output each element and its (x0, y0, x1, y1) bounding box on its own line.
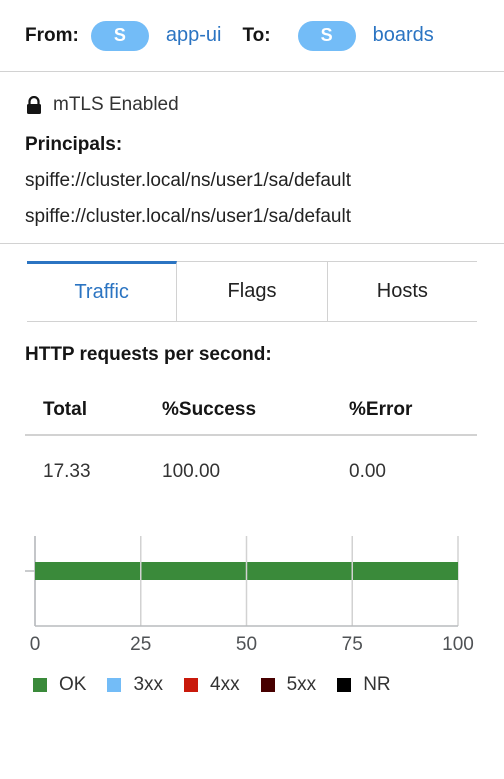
legend-label: NR (363, 674, 391, 695)
to-label: To: (242, 24, 271, 46)
lock-icon (27, 96, 41, 114)
x-tick-label: 100 (442, 634, 474, 655)
legend-item-nr: NR (337, 674, 391, 696)
from-service-badge: S (90, 20, 149, 51)
x-tick-label: 50 (236, 634, 257, 655)
error-value: 0.00 (349, 461, 386, 482)
table-row: 17.33 100.00 0.00 (25, 436, 477, 508)
column-header-success: %Success (162, 399, 257, 420)
legend-swatch (107, 678, 122, 692)
column-header-error: %Error (349, 399, 413, 420)
success-value: 100.00 (162, 461, 221, 482)
legend-swatch (260, 678, 275, 692)
legend-label: 5xx (286, 674, 317, 695)
from-service-link[interactable]: app-ui (166, 24, 222, 47)
http-rates-table: Total %Success %Error 17.33 100.00 0.00 (25, 386, 477, 508)
tab-traffic[interactable]: Traffic (27, 261, 178, 321)
principal-item: spiffe://cluster.local/ns/user1/sa/defau… (25, 206, 351, 227)
legend-item-3xx: 3xx (107, 674, 163, 696)
to-service-link[interactable]: boards (373, 24, 434, 47)
total-value: 17.33 (43, 461, 91, 482)
to-service-badge: S (297, 20, 356, 51)
tab-flags[interactable]: Flags (177, 261, 328, 321)
tab-hosts[interactable]: Hosts (327, 261, 477, 321)
legend-swatch (184, 678, 199, 692)
security-panel: mTLS Enabled Principals: spiffe://cluste… (0, 72, 504, 244)
chart-legend: OK 3xx 4xx 5xx NR (33, 674, 504, 696)
legend-label: OK (59, 674, 87, 695)
principal-item: spiffe://cluster.local/ns/user1/sa/defau… (25, 170, 351, 191)
legend-item-ok: OK (33, 674, 86, 696)
legend-label: 3xx (133, 674, 164, 695)
http-rates-title: HTTP requests per second: (25, 344, 272, 365)
x-tick-label: 0 (30, 634, 41, 655)
mtls-text: mTLS Enabled (53, 94, 179, 115)
x-tick-label: 25 (130, 634, 151, 655)
traffic-chart-svg: 0 25 50 75 100 (25, 536, 474, 655)
legend-item-5xx: 5xx (260, 674, 317, 696)
traffic-chart: 0 25 50 75 100 (0, 508, 504, 672)
legend-swatch (33, 678, 47, 692)
from-label: From: (25, 24, 79, 46)
column-header-total: Total (43, 399, 87, 420)
legend-label: 4xx (210, 674, 240, 695)
table-header: Total %Success %Error (25, 386, 477, 436)
legend-swatch (337, 678, 352, 692)
principals-label: Principals: (25, 134, 123, 155)
edge-tabs: Traffic Flags Hosts (27, 261, 477, 322)
legend-item-4xx: 4xx (184, 674, 240, 696)
edge-header: From: S app-ui To: S boards (0, 0, 504, 72)
mtls-status: mTLS Enabled (25, 92, 479, 118)
x-tick-label: 75 (342, 634, 363, 655)
